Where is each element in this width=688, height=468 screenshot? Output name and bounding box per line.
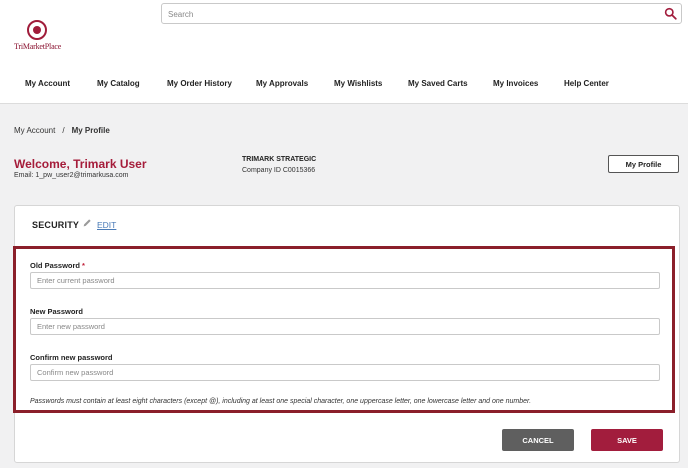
nav-my-saved-carts[interactable]: My Saved Carts bbox=[408, 79, 468, 88]
save-button[interactable]: SAVE bbox=[591, 429, 663, 451]
new-password-field[interactable] bbox=[30, 318, 660, 335]
breadcrumb-my-account[interactable]: My Account bbox=[14, 126, 55, 135]
edit-security-link[interactable]: EDIT bbox=[97, 220, 116, 230]
nav-my-order-history[interactable]: My Order History bbox=[167, 79, 232, 88]
brand-logo-mark bbox=[27, 20, 47, 40]
main-nav: My Account My Catalog My Order History M… bbox=[0, 79, 688, 93]
breadcrumb-current: My Profile bbox=[71, 126, 110, 135]
company-name: TRIMARK STRATEGIC bbox=[242, 156, 317, 163]
security-title: SECURITY bbox=[32, 220, 80, 230]
search-input[interactable] bbox=[162, 5, 642, 24]
nav-my-approvals[interactable]: My Approvals bbox=[256, 79, 308, 88]
nav-my-wishlists[interactable]: My Wishlists bbox=[334, 79, 382, 88]
search-icon[interactable] bbox=[664, 7, 677, 20]
company-id: Company ID C0015366 bbox=[242, 167, 316, 174]
password-form-section: Old Password * New Password Confirm new p… bbox=[13, 246, 675, 413]
nav-help-center[interactable]: Help Center bbox=[564, 79, 609, 88]
breadcrumb: My Account / My Profile bbox=[14, 126, 110, 135]
confirm-password-field[interactable] bbox=[30, 364, 660, 381]
nav-my-catalog[interactable]: My Catalog bbox=[97, 79, 140, 88]
password-requirements-hint: Passwords must contain at least eight ch… bbox=[30, 398, 532, 405]
brand-logo-text: TriMarketPlace bbox=[14, 42, 62, 51]
brand-logo[interactable]: TriMarketPlace bbox=[14, 20, 62, 51]
new-password-label: New Password bbox=[30, 307, 83, 316]
user-email: Email: 1_pw_user2@trimarkusa.com bbox=[14, 172, 129, 179]
required-marker: * bbox=[82, 261, 85, 270]
nav-my-account[interactable]: My Account bbox=[25, 79, 70, 88]
pencil-icon[interactable] bbox=[82, 218, 92, 228]
old-password-field[interactable] bbox=[30, 272, 660, 289]
breadcrumb-separator: / bbox=[62, 126, 65, 135]
nav-my-invoices[interactable]: My Invoices bbox=[493, 79, 538, 88]
top-header: TriMarketPlace My Account My Catalog My … bbox=[0, 0, 688, 104]
security-card: SECURITY EDIT Old Password * New Password… bbox=[13, 205, 680, 463]
search-bar bbox=[161, 3, 682, 24]
old-password-label: Old Password * bbox=[30, 261, 85, 270]
my-profile-button[interactable]: My Profile bbox=[608, 155, 679, 173]
cancel-button[interactable]: CANCEL bbox=[502, 429, 574, 451]
confirm-password-label: Confirm new password bbox=[30, 353, 113, 362]
welcome-heading: Welcome, Trimark User bbox=[14, 157, 147, 171]
